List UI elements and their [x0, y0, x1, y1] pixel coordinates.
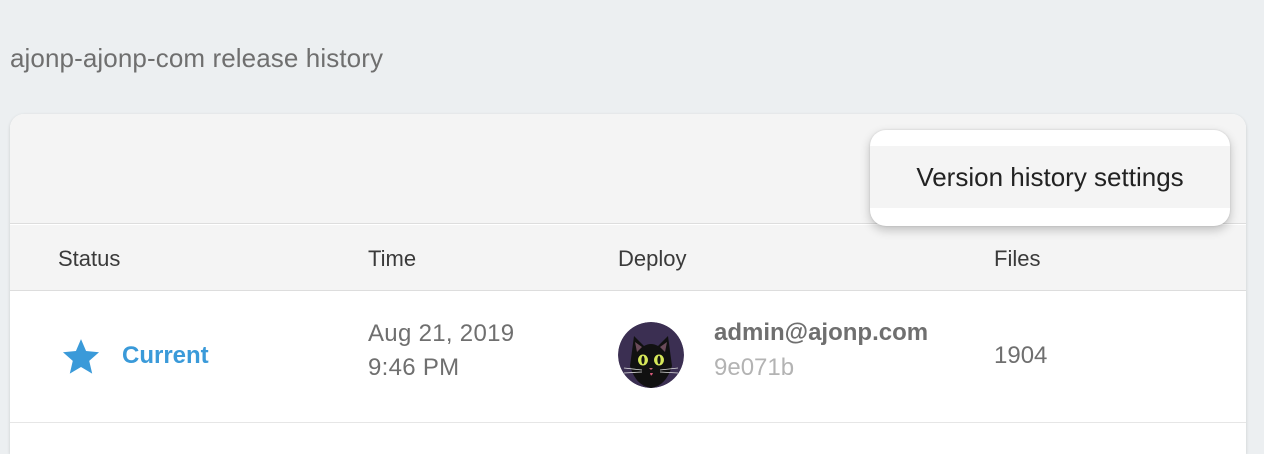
release-history-card: Version history settings Status Time Dep… — [10, 114, 1246, 454]
column-header-time: Time — [368, 246, 417, 271]
table-row[interactable]: Current Aug 21, 2019 9:46 PM admin@ajonp… — [10, 292, 1246, 423]
deploy-time: 9:46 PM — [368, 354, 460, 381]
star-icon — [62, 339, 100, 374]
status-current-link[interactable]: Current — [122, 342, 209, 370]
black-cat-avatar-icon — [618, 322, 684, 388]
deploy-user: admin@ajonp.com — [714, 319, 929, 346]
deploy-commit-hash[interactable]: 9e071b — [714, 354, 794, 382]
settings-menu: Version history settings — [870, 130, 1230, 226]
files-count: 1904 — [994, 342, 1048, 369]
table-header: Status Time Deploy Files — [10, 225, 1246, 291]
deploy-date: Aug 21, 2019 — [368, 320, 515, 347]
version-history-settings-menu-item[interactable]: Version history settings — [870, 146, 1230, 208]
column-header-files: Files — [994, 246, 1041, 271]
column-header-status: Status — [58, 246, 121, 271]
page-title: ajonp-ajonp-com release history — [10, 43, 384, 73]
column-header-deploy: Deploy — [618, 246, 687, 271]
